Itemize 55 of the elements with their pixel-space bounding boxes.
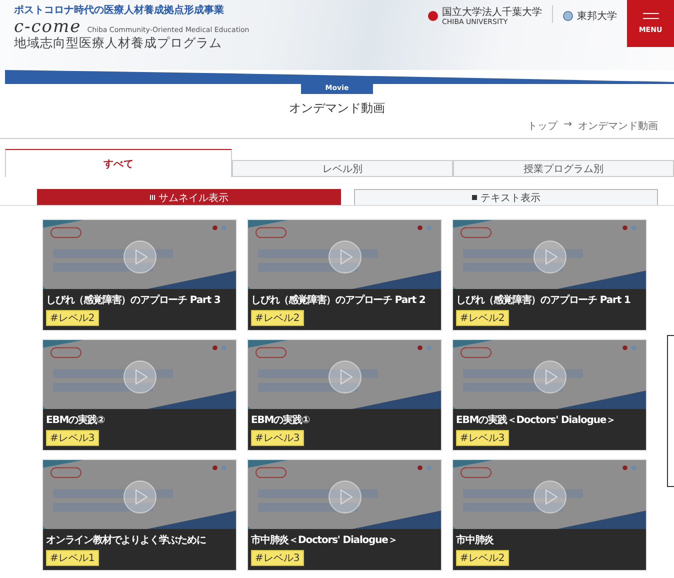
video-card[interactable]: しびれ（感覚障害）のアプローチ Part 3 #レベル2 (43, 220, 236, 330)
video-title: しびれ（感覚障害）のアプローチ Part 1 (456, 293, 632, 307)
view-toggle-button[interactable]: サムネイル表示 (37, 189, 341, 205)
site-logo[interactable]: c-come (14, 20, 82, 34)
list-icon (472, 195, 476, 200)
project-caption: ポストコロナ時代の医療人材養成拠点形成事業 (14, 4, 225, 17)
university-name: 国立大学法人千葉大学 (442, 6, 542, 18)
video-tag[interactable]: #レベル3 (46, 430, 99, 446)
video-tag[interactable]: #レベル1 (46, 550, 99, 566)
video-title: オンライン教材でよりよく学ぶために (46, 534, 207, 547)
page-title: オンデマンド動画 (289, 100, 385, 117)
play-icon (328, 240, 362, 274)
grid-icon (150, 195, 154, 200)
university-name: 東邦大学 (577, 10, 617, 22)
video-title: しびれ（感覚障害）のアプローチ Part 3 (46, 293, 222, 307)
video-card[interactable]: EBMの実践② #レベル3 (43, 340, 236, 450)
video-card[interactable]: オンライン教材でよりよく学ぶために #レベル1 (43, 460, 236, 570)
video-tag[interactable]: #レベル2 (251, 310, 304, 326)
video-card[interactable]: しびれ（感覚障害）のアプローチ Part 1 #レベル2 (453, 220, 646, 330)
university-emblem-icon (428, 11, 438, 21)
video-title: しびれ（感覚障害）のアプローチ Part 2 (251, 293, 426, 307)
video-card[interactable]: しびれ（感覚障害）のアプローチ Part 2 #レベル2 (248, 220, 441, 330)
video-title: EBMの実践① (251, 413, 311, 427)
play-icon (328, 360, 362, 394)
video-title: EBMの実践＜Doctors' Dialogue＞ (456, 413, 616, 427)
view-toggle-button[interactable]: テキスト表示 (354, 189, 658, 205)
video-card[interactable]: EBMの実践＜Doctors' Dialogue＞ #レベル3 (453, 340, 646, 450)
play-icon (533, 480, 567, 514)
video-card[interactable]: 市中肺炎 #レベル2 (453, 460, 646, 570)
video-tag[interactable]: #レベル3 (251, 430, 304, 446)
video-tag[interactable]: #レベル3 (456, 430, 509, 446)
video-card[interactable]: EBMの実践① #レベル3 (248, 340, 441, 450)
category-tab[interactable]: すべて (5, 149, 232, 177)
university-emblem-icon (563, 11, 573, 21)
play-icon (123, 480, 157, 514)
breadcrumb-item[interactable]: オンデマンド動画 (578, 119, 658, 133)
play-icon (533, 240, 567, 274)
video-tag[interactable]: #レベル2 (46, 310, 99, 326)
play-icon (328, 480, 362, 514)
play-icon (123, 240, 157, 274)
program-name: 地域志向型医療人材養成プログラム (14, 35, 223, 52)
breadcrumb-item[interactable]: トップ (528, 119, 558, 133)
play-icon (533, 360, 567, 394)
menu-icon (642, 13, 658, 19)
video-title: 市中肺炎 (456, 533, 495, 547)
video-title: EBMの実践② (46, 413, 106, 427)
video-tag[interactable]: #レベル3 (251, 550, 304, 566)
breadcrumb-separator: → (564, 119, 572, 132)
video-tag[interactable]: #レベル2 (456, 310, 509, 326)
video-title: 市中肺炎＜Doctors' Dialogue＞ (251, 533, 398, 547)
category-tab[interactable]: 授業プログラム別 (453, 160, 674, 177)
video-tag[interactable]: #レベル2 (456, 550, 509, 566)
category-tab[interactable]: レベル別 (232, 160, 453, 177)
play-icon (123, 360, 157, 394)
video-card[interactable]: 市中肺炎＜Doctors' Dialogue＞ #レベル3 (248, 460, 441, 570)
